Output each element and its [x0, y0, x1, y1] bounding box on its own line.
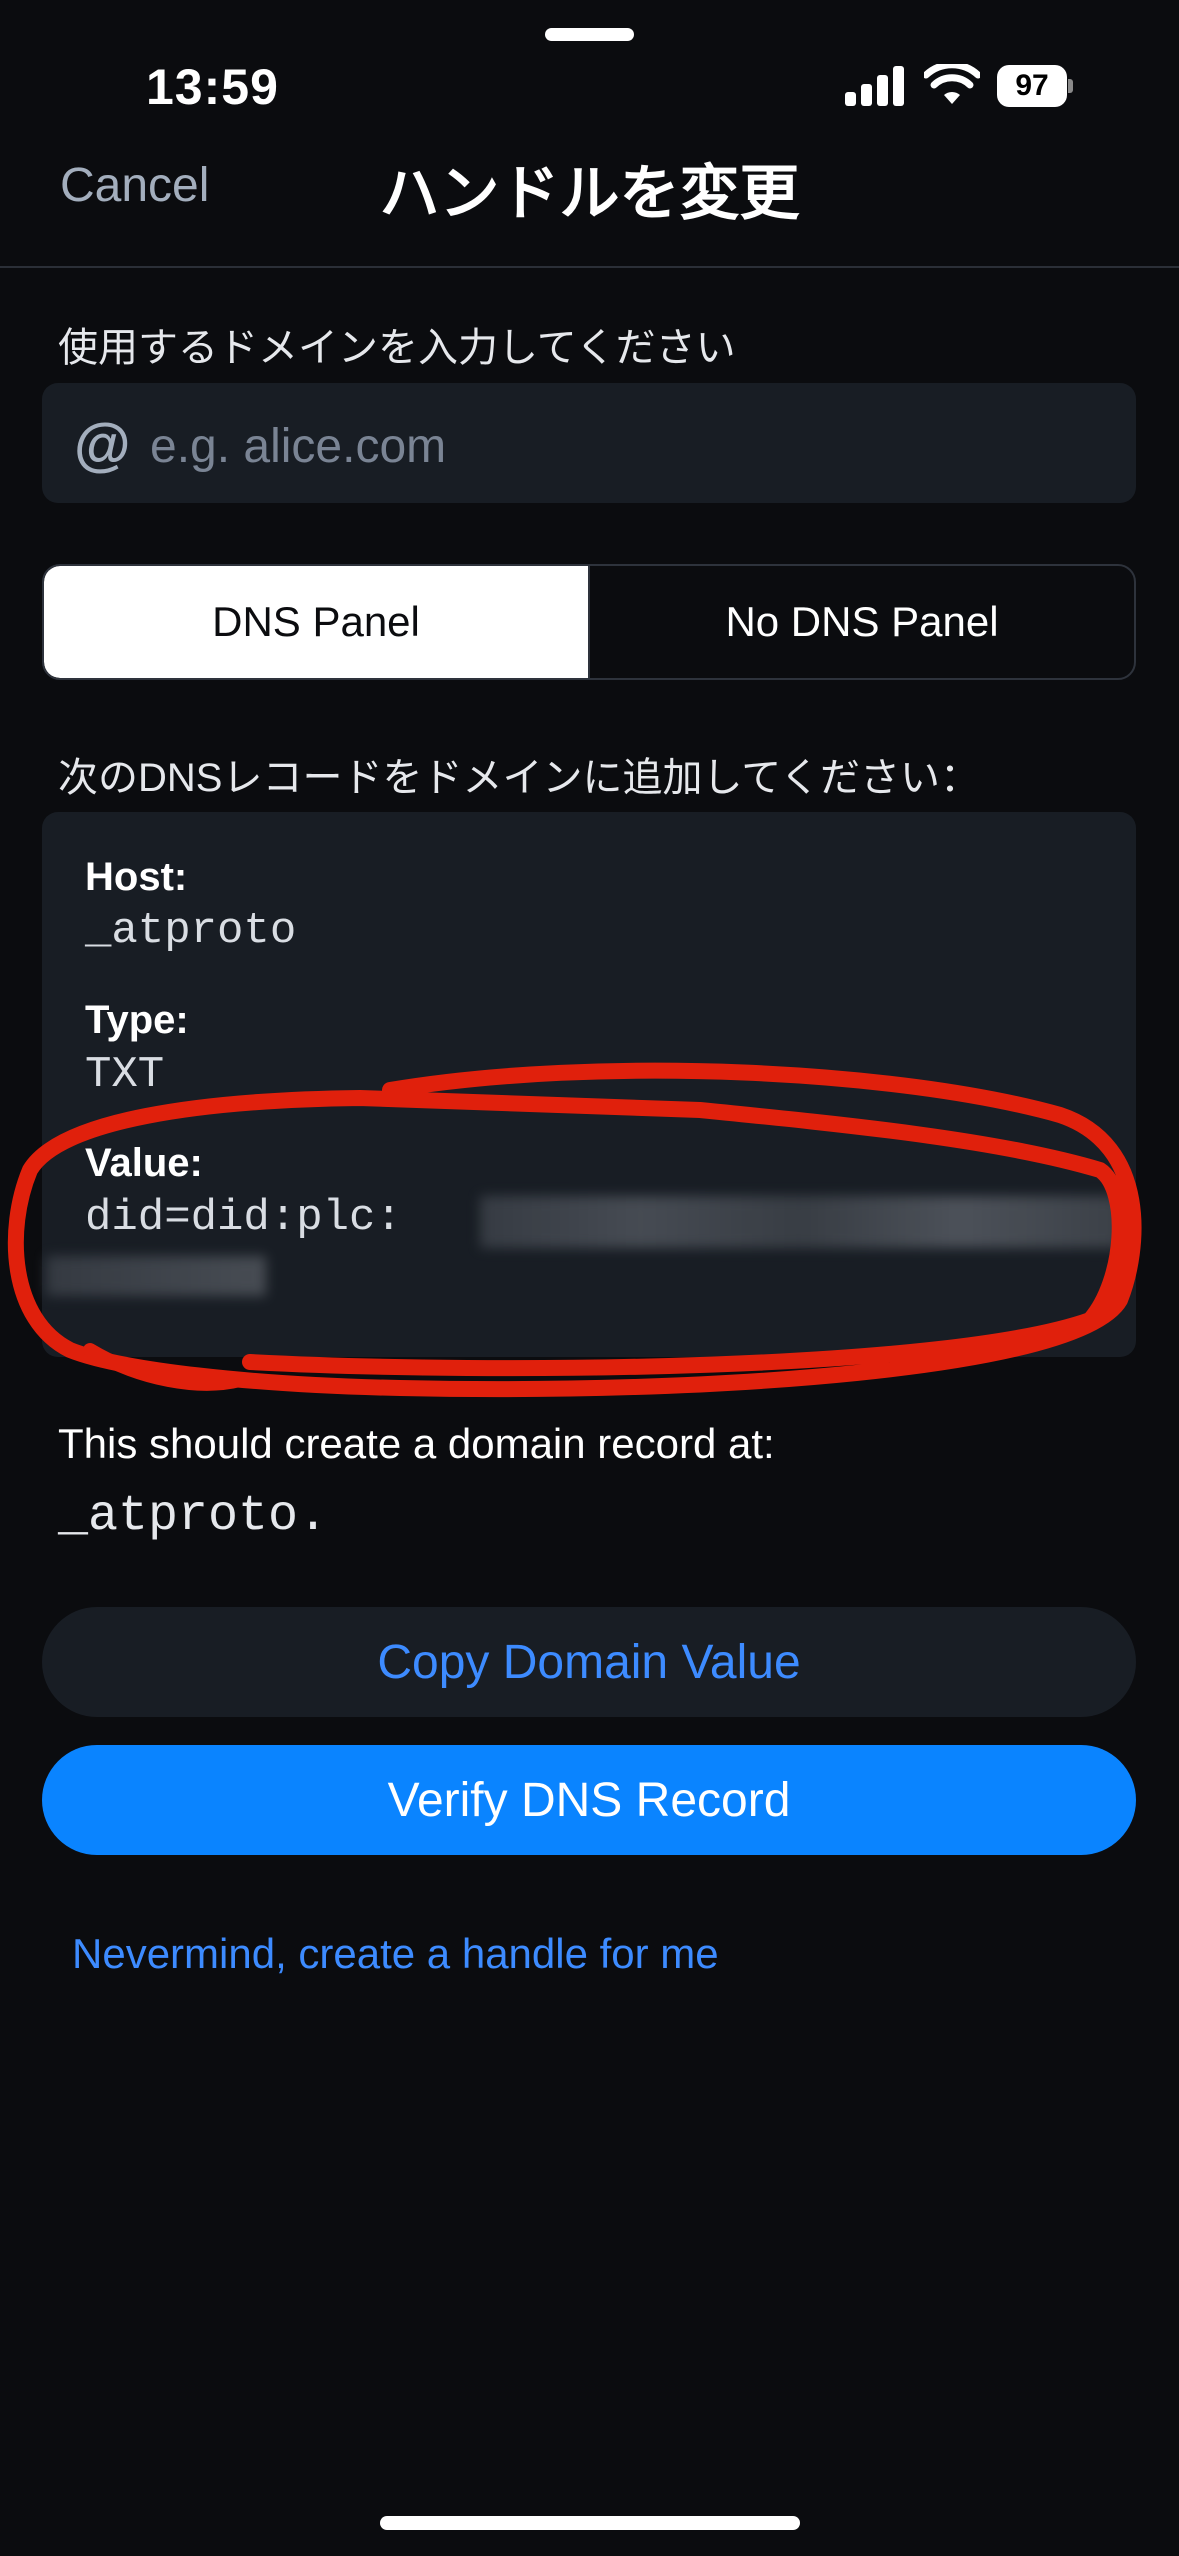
screen: 13:59 97 Cancel ハンドルを変更 使用するドメインを入力してくださ… [0, 0, 1179, 2556]
domain-input[interactable]: @ e.g. alice.com [42, 383, 1136, 503]
copy-domain-value-button[interactable]: Copy Domain Value [42, 1607, 1136, 1717]
home-indicator[interactable] [380, 2516, 800, 2530]
dns-instruction: 次のDNSレコードをドメインに追加してください： [58, 756, 981, 800]
dns-mode-segmented-control: DNS Panel No DNS Panel [42, 564, 1136, 680]
header-divider [0, 266, 1179, 268]
red-annotation-scribble [7, 1062, 1142, 1398]
sheet-grabber[interactable] [545, 28, 634, 41]
battery-level: 97 [997, 65, 1067, 107]
at-icon: @ [74, 412, 131, 477]
verify-dns-record-button[interactable]: Verify DNS Record [42, 1745, 1136, 1855]
nevermind-link[interactable]: Nevermind, create a handle for me [72, 1930, 719, 1978]
battery-icon: 97 [997, 65, 1073, 107]
status-time: 13:59 [146, 59, 279, 115]
domain-placeholder: e.g. alice.com [150, 420, 447, 473]
domain-record-note: This should create a domain record at: [58, 1420, 775, 1467]
host-value: _atproto [85, 906, 297, 956]
tab-dns-panel[interactable]: DNS Panel [44, 566, 588, 678]
domain-record-name: _atproto. [58, 1488, 329, 1545]
cellular-signal-icon [845, 66, 905, 106]
domain-label: 使用するドメインを入力してください [58, 326, 736, 370]
type-label: Type: [85, 998, 189, 1042]
host-label: Host: [85, 855, 188, 899]
page-title: ハンドルを変更 [379, 160, 800, 227]
tab-no-dns-panel[interactable]: No DNS Panel [588, 566, 1134, 678]
wifi-icon [924, 64, 980, 104]
